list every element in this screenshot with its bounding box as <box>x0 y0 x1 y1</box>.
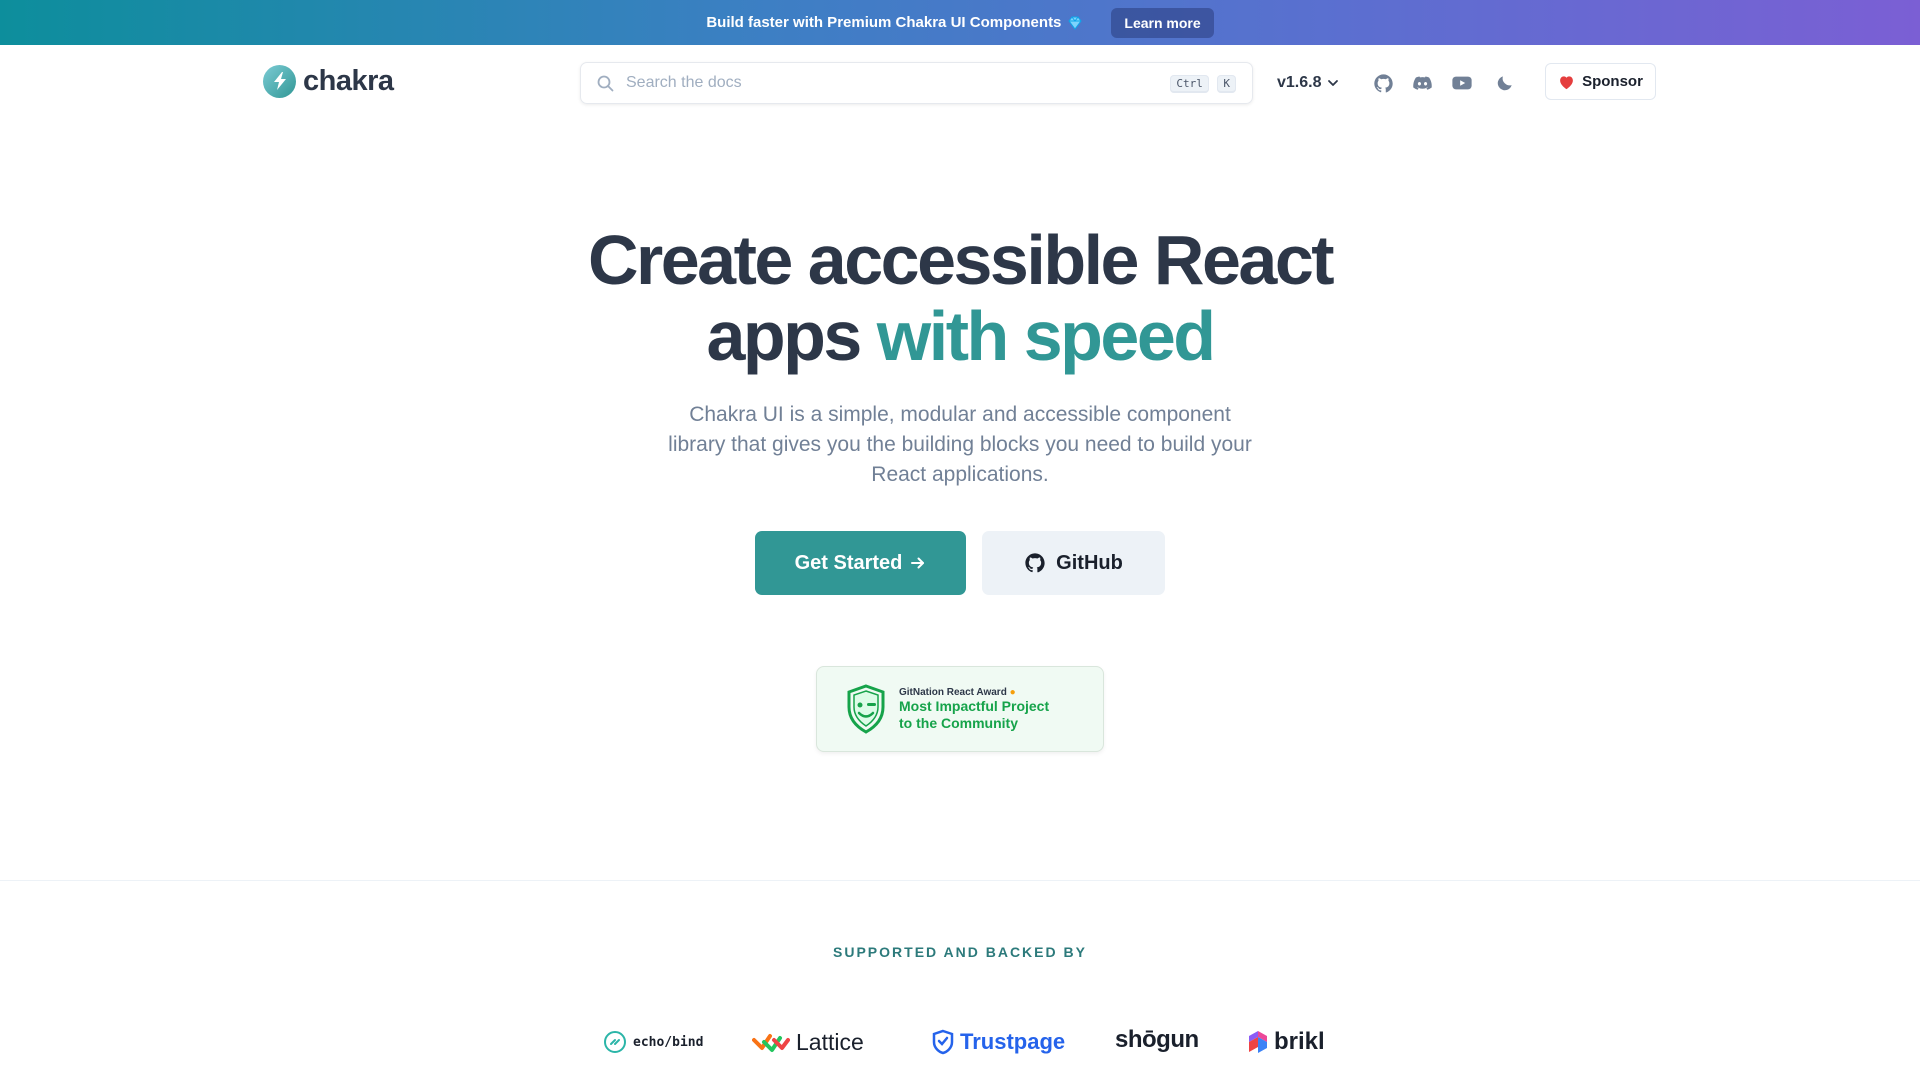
section-divider <box>0 880 1920 881</box>
github-icon[interactable] <box>1372 72 1394 94</box>
logo-wordmark: chakra <box>303 64 394 97</box>
backer-name: Trustpage <box>960 1029 1066 1054</box>
backer-name: brikl <box>1274 1028 1325 1055</box>
lightning-icon <box>263 64 296 98</box>
search-icon <box>597 75 614 91</box>
moon-icon[interactable] <box>1494 72 1516 94</box>
backer-trustpage[interactable]: Trustpage <box>932 1022 1065 1062</box>
version-label: v1.6.8 <box>1277 74 1322 91</box>
shield-icon <box>847 684 885 734</box>
get-started-button[interactable]: Get Started <box>755 531 966 595</box>
banner-text: Build faster with Premium Chakra UI Comp… <box>706 14 1062 31</box>
kbd-k: K <box>1217 75 1236 93</box>
trustpage-logo-icon <box>932 1029 954 1055</box>
github-button-label: GitHub <box>1056 551 1123 574</box>
chevron-down-icon <box>1328 80 1339 86</box>
hero-title-accent: with speed <box>876 297 1216 375</box>
backer-brikl[interactable]: brikl <box>1248 1022 1325 1062</box>
hero-title-line2-plain: apps <box>706 297 862 375</box>
backer-echobind[interactable]: echo/bind <box>603 1022 703 1062</box>
search-input[interactable]: Search the docs Ctrl K <box>580 62 1253 104</box>
brikl-logo-icon <box>1249 1031 1267 1053</box>
backer-name: shōgun <box>1115 1026 1199 1053</box>
site-header: chakra Search the docs Ctrl K v1.6.8 Spo… <box>0 45 1920 117</box>
lattice-logo-icon <box>752 1034 790 1052</box>
get-started-label: Get Started <box>794 551 903 574</box>
keyboard-shortcut: Ctrl K <box>1166 74 1236 93</box>
search-placeholder: Search the docs <box>626 74 742 91</box>
award-badge[interactable]: GitNation React Award ● Most Impactful P… <box>816 666 1104 752</box>
discord-icon[interactable] <box>1411 72 1433 94</box>
chakra-logo[interactable]: chakra <box>263 63 394 99</box>
echobind-logo-icon <box>604 1031 626 1053</box>
hero-title: Create accessible React apps with speed <box>0 222 1920 374</box>
youtube-icon[interactable] <box>1451 72 1473 94</box>
backer-shogun[interactable]: shōgun <box>1115 1020 1199 1060</box>
arrow-right-icon <box>911 557 925 569</box>
kbd-ctrl: Ctrl <box>1170 75 1209 93</box>
backer-lattice[interactable]: Lattice <box>752 1022 864 1062</box>
version-select[interactable]: v1.6.8 <box>1277 71 1339 95</box>
banner-text-group: Build faster with Premium Chakra UI Comp… <box>706 14 1083 31</box>
award-text: GitNation React Award ● Most Impactful P… <box>899 687 1049 732</box>
heart-icon <box>1560 75 1573 89</box>
sponsor-button[interactable]: Sponsor <box>1545 63 1656 100</box>
gem-icon <box>1068 16 1083 30</box>
award-eyebrow: GitNation React Award ● <box>899 687 1049 698</box>
award-title-line1: Most Impactful Project <box>899 697 1050 714</box>
medal-icon: ● <box>1009 686 1016 698</box>
sponsor-label: Sponsor <box>1582 73 1643 90</box>
award-eyebrow-text: GitNation React Award <box>899 686 1007 698</box>
github-button[interactable]: GitHub <box>982 531 1165 595</box>
hero-subtitle: Chakra UI is a simple, modular and acces… <box>668 403 1252 486</box>
hero-title-line1: Create accessible React <box>587 221 1335 299</box>
backer-name: Lattice <box>796 1028 864 1055</box>
promo-banner: Build faster with Premium Chakra UI Comp… <box>0 0 1920 45</box>
award-title-line2: to the Community <box>899 714 1018 731</box>
backers-heading: SUPPORTED AND BACKED BY <box>833 944 1087 960</box>
backer-name: echo/bind <box>633 1034 704 1050</box>
learn-more-button[interactable]: Learn more <box>1111 7 1214 38</box>
github-icon <box>1025 553 1045 573</box>
